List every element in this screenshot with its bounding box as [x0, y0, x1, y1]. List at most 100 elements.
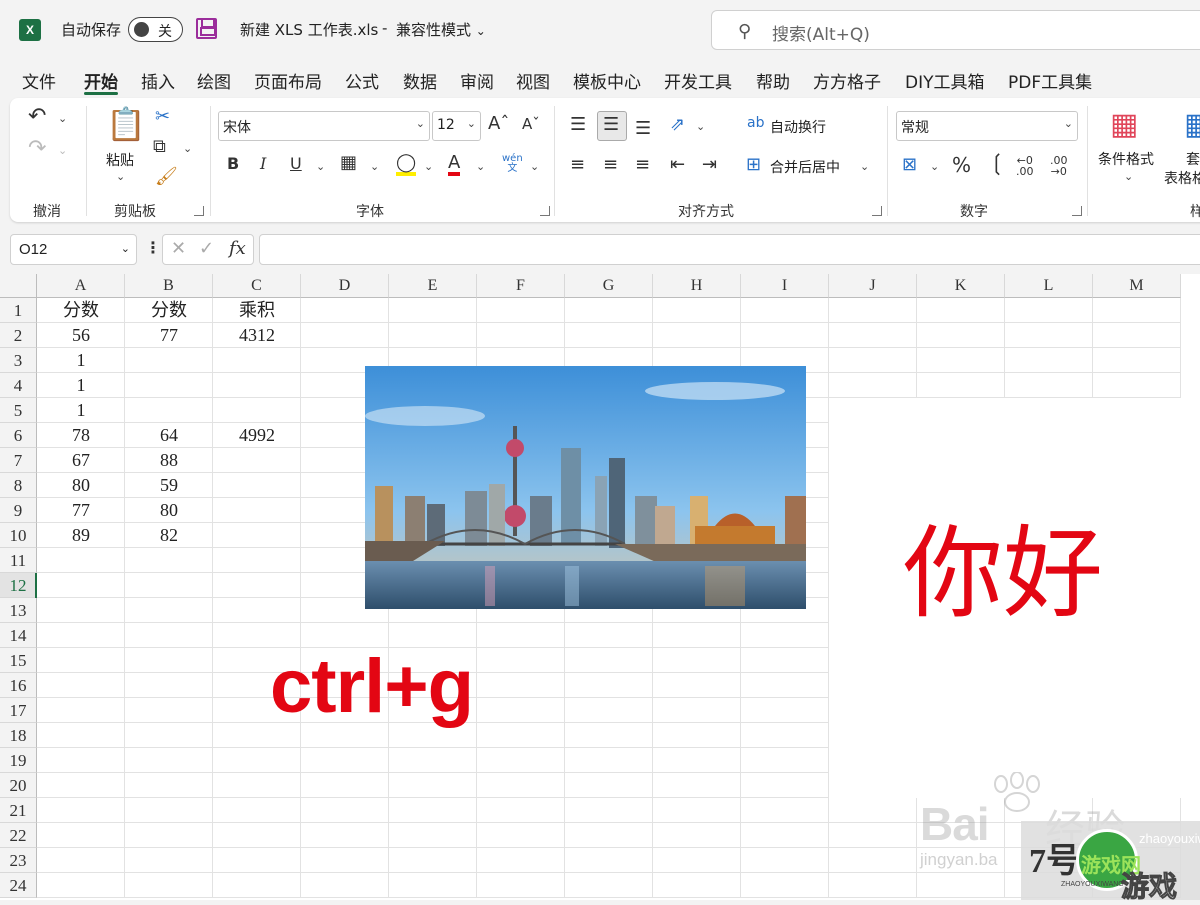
row-header-21[interactable]: 21: [0, 798, 37, 823]
row-header-13[interactable]: 13: [0, 598, 37, 623]
orientation-dropdown-icon[interactable]: ⌄: [696, 120, 705, 133]
cancel-icon[interactable]: ✕: [171, 240, 186, 258]
tab-file[interactable]: 文件: [22, 68, 56, 93]
row-header-9[interactable]: 9: [0, 498, 37, 523]
align-right-icon[interactable]: ≡: [635, 156, 650, 174]
autosave-toggle[interactable]: 关: [128, 17, 183, 42]
row-header-7[interactable]: 7: [0, 448, 37, 473]
column-header-c[interactable]: C: [213, 274, 301, 298]
column-header-g[interactable]: G: [565, 274, 653, 298]
copy-icon[interactable]: ⧉: [153, 138, 166, 156]
align-left-icon[interactable]: ≡: [570, 156, 585, 174]
cell-c5[interactable]: [213, 398, 301, 423]
paste-dropdown-icon[interactable]: ⌄: [116, 170, 125, 183]
row-header-20[interactable]: 20: [0, 773, 37, 798]
cell-a6[interactable]: 78: [37, 423, 125, 448]
tab-pdf-tools[interactable]: PDF工具集: [1008, 68, 1092, 93]
align-center-icon[interactable]: ≡: [603, 156, 618, 174]
cell-c6[interactable]: 4992: [213, 423, 301, 448]
tab-insert[interactable]: 插入: [141, 68, 175, 93]
tab-template-center[interactable]: 模板中心: [573, 68, 641, 93]
cell-b4[interactable]: [125, 373, 213, 398]
tab-formulas[interactable]: 公式: [345, 68, 379, 93]
phonetic-icon[interactable]: wén 文: [502, 154, 523, 174]
column-header-m[interactable]: M: [1093, 274, 1181, 298]
font-launcher-icon[interactable]: [540, 206, 550, 216]
tab-draw[interactable]: 绘图: [197, 68, 231, 93]
column-header-h[interactable]: H: [653, 274, 741, 298]
cell-a1[interactable]: 分数: [37, 298, 125, 323]
cell-c10[interactable]: [213, 523, 301, 548]
redo-icon[interactable]: ↷: [28, 138, 46, 160]
shanghai-skyline-image[interactable]: [365, 366, 806, 609]
copy-dropdown-icon[interactable]: ⌄: [183, 142, 192, 155]
cell-a9[interactable]: 77: [37, 498, 125, 523]
conditional-format-dropdown-icon[interactable]: ⌄: [1124, 170, 1133, 183]
paste-label[interactable]: 粘贴: [106, 150, 134, 170]
cell-c4[interactable]: [213, 373, 301, 398]
row-header-3[interactable]: 3: [0, 348, 37, 373]
row-header-14[interactable]: 14: [0, 623, 37, 648]
conditional-format-button[interactable]: 条件格式: [1098, 149, 1154, 169]
row-header-2[interactable]: 2: [0, 323, 37, 348]
font-color-dropdown-icon[interactable]: ⌄: [476, 160, 485, 173]
middle-align-icon[interactable]: ☰: [603, 116, 619, 134]
cell-b1[interactable]: 分数: [125, 298, 213, 323]
comma-icon[interactable]: ❲: [988, 153, 1006, 175]
enter-icon[interactable]: ✓: [199, 240, 214, 258]
tab-data[interactable]: 数据: [403, 68, 437, 93]
cell-b3[interactable]: [125, 348, 213, 373]
worksheet[interactable]: ABCDEFGHIJKLM 1 2 3 4 5 6 7 8 9 10 11 12 13 14 15 16 17 1…: [0, 274, 1200, 904]
compat-mode-dropdown[interactable]: 兼容性模式 ⌄: [396, 19, 486, 40]
phonetic-dropdown-icon[interactable]: ⌄: [530, 160, 539, 173]
cell-a8[interactable]: 80: [37, 473, 125, 498]
cell-b7[interactable]: 88: [125, 448, 213, 473]
percent-icon[interactable]: %: [952, 155, 971, 175]
cell-c1[interactable]: 乘积: [213, 298, 301, 323]
fill-color-icon[interactable]: ◯: [396, 154, 417, 176]
table-format-icon[interactable]: ▦: [1184, 110, 1200, 140]
row-header-16[interactable]: 16: [0, 673, 37, 698]
more-options-icon[interactable]: ⋮: [145, 240, 161, 256]
tab-developer[interactable]: 开发工具: [664, 68, 732, 93]
cell-a3[interactable]: 1: [37, 348, 125, 373]
row-header-22[interactable]: 22: [0, 823, 37, 848]
underline-dropdown-icon[interactable]: ⌄: [316, 160, 325, 173]
tab-help[interactable]: 帮助: [756, 68, 790, 93]
number-format-select[interactable]: 常规 ⌄: [896, 111, 1078, 141]
select-all-corner[interactable]: [0, 274, 37, 298]
cell-a2[interactable]: 56: [37, 323, 125, 348]
alignment-launcher-icon[interactable]: [872, 206, 882, 216]
cell-a5[interactable]: 1: [37, 398, 125, 423]
search-box[interactable]: ⚲ 搜索(Alt+Q): [711, 10, 1200, 50]
row-header-5[interactable]: 5: [0, 398, 37, 423]
tab-fangfang[interactable]: 方方格子: [813, 68, 881, 93]
row-header-6[interactable]: 6: [0, 423, 37, 448]
number-launcher-icon[interactable]: [1072, 206, 1082, 216]
cell-a4[interactable]: 1: [37, 373, 125, 398]
text-box[interactable]: 你好: [829, 398, 1200, 798]
column-header-a[interactable]: A: [37, 274, 125, 298]
currency-dropdown-icon[interactable]: ⌄: [930, 160, 939, 173]
cell-b5[interactable]: [125, 398, 213, 423]
decrease-indent-icon[interactable]: ⇤: [670, 156, 685, 174]
currency-icon[interactable]: ⊠: [902, 156, 917, 174]
underline-icon[interactable]: U: [290, 156, 302, 172]
bold-icon[interactable]: B: [227, 156, 239, 172]
tab-view[interactable]: 视图: [516, 68, 550, 93]
merge-center-icon[interactable]: ⊞: [746, 156, 761, 174]
decrease-decimal-icon[interactable]: .00 →0: [1050, 155, 1068, 177]
save-icon[interactable]: [196, 18, 217, 39]
border-dropdown-icon[interactable]: ⌄: [370, 160, 379, 173]
column-header-i[interactable]: I: [741, 274, 829, 298]
cell-c3[interactable]: [213, 348, 301, 373]
orientation-icon[interactable]: ⇗: [670, 116, 685, 134]
clipboard-launcher-icon[interactable]: [194, 206, 204, 216]
column-header-f[interactable]: F: [477, 274, 565, 298]
italic-icon[interactable]: I: [260, 156, 266, 172]
format-painter-icon[interactable]: 🖌: [155, 168, 178, 186]
wrap-text-button[interactable]: 自动换行: [770, 117, 826, 137]
column-header-e[interactable]: E: [389, 274, 477, 298]
font-size-select[interactable]: 12 ⌄: [432, 111, 481, 141]
row-header-19[interactable]: 19: [0, 748, 37, 773]
